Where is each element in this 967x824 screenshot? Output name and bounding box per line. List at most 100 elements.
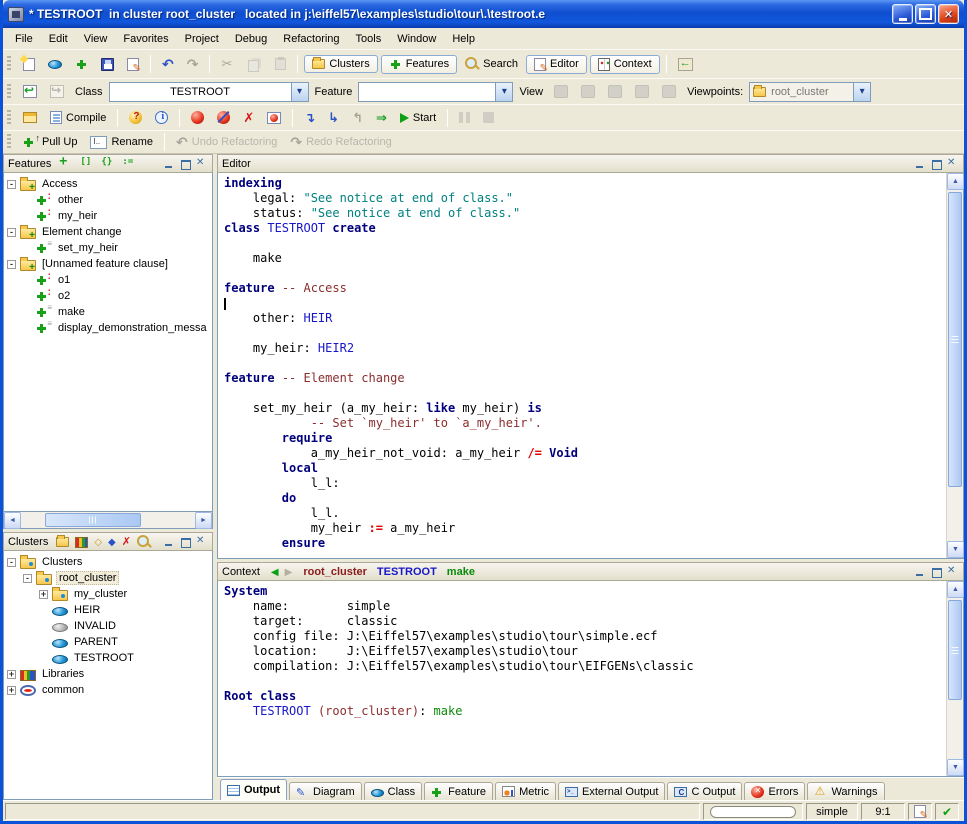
rename-button[interactable]: Rename: [85, 133, 158, 152]
menu-tools[interactable]: Tools: [348, 30, 390, 48]
editor-panel-header[interactable]: Editor: [217, 154, 964, 172]
breadcrumb-testroot[interactable]: TESTROOT: [377, 566, 437, 578]
expand-toggle[interactable]: +: [39, 590, 48, 599]
project-info-button[interactable]: [150, 108, 173, 127]
chevron-down-icon[interactable]: [291, 83, 308, 101]
toolbar-grip[interactable]: [7, 84, 11, 100]
clusters-tool-button[interactable]: Clusters: [304, 55, 377, 73]
tab-class[interactable]: Class: [364, 782, 423, 800]
new-feature-button[interactable]: [70, 55, 93, 74]
undo-button[interactable]: [157, 53, 179, 76]
uses-diamond-icon[interactable]: [94, 536, 102, 548]
tree-item-element-change[interactable]: -Element change: [4, 224, 212, 240]
window-maximize-button[interactable]: [915, 4, 936, 24]
redo-button[interactable]: [182, 53, 204, 76]
toolbar-grip[interactable]: [7, 56, 11, 72]
scrollbar-thumb[interactable]: [948, 600, 962, 700]
tree-item-o1[interactable]: o1: [4, 272, 212, 288]
collapse-toggle[interactable]: -: [7, 558, 16, 567]
menu-file[interactable]: File: [7, 30, 41, 48]
scrollbar-thumb[interactable]: [948, 192, 962, 487]
window-close-button[interactable]: [938, 4, 959, 24]
pull-up-button[interactable]: Pull Up: [18, 133, 82, 152]
search-icon[interactable]: [137, 535, 150, 548]
menu-help[interactable]: Help: [444, 30, 483, 48]
tree-item-display-demonstration-messa[interactable]: display_demonstration_messa: [4, 320, 212, 336]
enable-breakpoints-button[interactable]: [186, 108, 209, 127]
tree-item-make[interactable]: make: [4, 304, 212, 320]
editor-code-area[interactable]: indexing legal: "See notice at end of cl…: [218, 173, 946, 558]
scrollbar-thumb[interactable]: [45, 513, 141, 527]
new-class-button[interactable]: [43, 57, 67, 72]
panel-close-icon[interactable]: [946, 158, 959, 170]
panel-close-icon[interactable]: [195, 536, 208, 548]
scroll-up-icon[interactable]: [947, 173, 964, 190]
step-out-button[interactable]: [347, 107, 368, 129]
features-tool-button[interactable]: Features: [381, 55, 457, 74]
redo-refactoring-button[interactable]: Redo Refactoring: [285, 131, 396, 154]
assigner-tool-icon[interactable]: [122, 158, 136, 170]
panel-maximize-icon[interactable]: [930, 158, 943, 170]
view-flat-button[interactable]: [603, 82, 627, 101]
panel-maximize-icon[interactable]: [179, 536, 192, 548]
new-window-button[interactable]: [18, 55, 40, 74]
context-back-icon[interactable]: [271, 566, 279, 578]
tree-item-my-heir[interactable]: my_heir: [4, 208, 212, 224]
toolbar-grip[interactable]: [7, 110, 11, 126]
view-interface-button[interactable]: [657, 82, 681, 101]
scroll-left-icon[interactable]: [4, 512, 21, 529]
class-diamond-icon[interactable]: [108, 536, 116, 548]
scroll-down-icon[interactable]: [947, 541, 964, 558]
tree-item-o2[interactable]: o2: [4, 288, 212, 304]
remove-item-icon[interactable]: [122, 535, 131, 548]
panel-minimize-icon[interactable]: [163, 536, 176, 548]
pause-button[interactable]: [454, 109, 475, 126]
run-ignore-breakpoints-button[interactable]: [371, 107, 392, 129]
context-panel-header[interactable]: Context root_clusterTESTROOTmake: [217, 562, 964, 580]
panel-minimize-icon[interactable]: [163, 158, 176, 170]
discover-melt-button[interactable]: [124, 108, 147, 127]
breadcrumb-root-cluster[interactable]: root_cluster: [303, 566, 367, 578]
tree-item-invalid[interactable]: INVALID: [4, 618, 212, 634]
send-to-external-editor-button[interactable]: [673, 55, 698, 74]
scroll-right-icon[interactable]: [195, 512, 212, 529]
class-combobox[interactable]: TESTROOT: [109, 82, 309, 102]
menu-window[interactable]: Window: [389, 30, 444, 48]
tab-c-output[interactable]: C Output: [667, 782, 742, 800]
history-back-button[interactable]: [18, 82, 42, 101]
menu-edit[interactable]: Edit: [41, 30, 76, 48]
feature-combobox[interactable]: [358, 82, 513, 102]
library-icon[interactable]: [75, 537, 88, 548]
window-minimize-button[interactable]: [892, 4, 913, 24]
tab-errors[interactable]: Errors: [744, 782, 805, 800]
expand-toggle[interactable]: +: [7, 670, 16, 679]
braces-tool-icon[interactable]: [101, 158, 115, 170]
features-panel-header[interactable]: Features: [3, 154, 213, 172]
new-cluster-icon[interactable]: [56, 537, 69, 547]
context-forward-icon[interactable]: [285, 566, 293, 578]
scroll-down-icon[interactable]: [947, 759, 964, 776]
history-forward-button[interactable]: [45, 82, 69, 101]
panel-minimize-icon[interactable]: [914, 158, 927, 170]
tree-item-libraries[interactable]: +Libraries: [4, 666, 212, 682]
context-tool-button[interactable]: Context: [590, 55, 660, 74]
view-contract-button[interactable]: [630, 82, 654, 101]
menu-project[interactable]: Project: [177, 30, 227, 48]
tree-item-testroot[interactable]: TESTROOT: [4, 650, 212, 666]
step-into-button[interactable]: [299, 107, 320, 129]
disable-breakpoints-button[interactable]: [212, 108, 235, 127]
tab-output[interactable]: Output: [220, 779, 287, 800]
toolbar-grip[interactable]: [7, 134, 11, 150]
menu-view[interactable]: View: [76, 30, 116, 48]
tab-feature[interactable]: Feature: [424, 782, 493, 800]
view-clickable-button[interactable]: [576, 82, 600, 101]
editor-vertical-scrollbar[interactable]: [946, 173, 963, 558]
menu-refactoring[interactable]: Refactoring: [275, 30, 347, 48]
tree-item-my-cluster[interactable]: +my_cluster: [4, 586, 212, 602]
menu-debug[interactable]: Debug: [227, 30, 275, 48]
tree-item-root-cluster[interactable]: -root_cluster: [4, 570, 212, 586]
tree-item-heir[interactable]: HEIR: [4, 602, 212, 618]
chevron-down-icon[interactable]: [495, 83, 512, 101]
brackets-tool-icon[interactable]: [80, 158, 94, 170]
breadcrumb-make[interactable]: make: [447, 566, 475, 578]
